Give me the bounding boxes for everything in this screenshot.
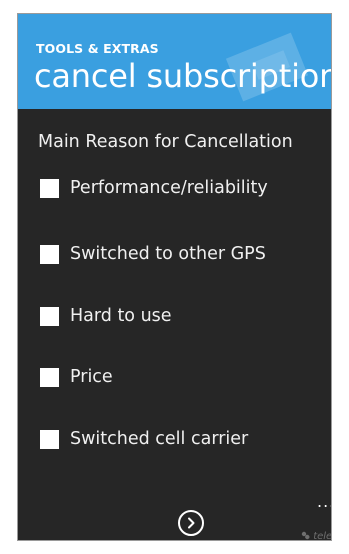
option-label: Switched to other GPS (70, 244, 266, 264)
next-button[interactable] (178, 510, 204, 536)
checkbox[interactable] (40, 306, 59, 326)
chevron-right-circle-icon (188, 517, 195, 529)
telenav-logo-icon (301, 531, 310, 540)
option-price[interactable]: Price (40, 367, 113, 387)
option-label: Performance/reliability (70, 178, 268, 198)
cancellation-reason-heading: Main Reason for Cancellation (38, 132, 293, 152)
option-label: Hard to use (70, 306, 172, 326)
checkbox[interactable] (40, 429, 59, 449)
option-label: Price (70, 367, 113, 387)
option-label: Switched cell carrier (70, 429, 249, 449)
option-performance-reliability[interactable]: Performance/reliability (40, 178, 268, 198)
page-title: cancel subscription (34, 57, 331, 95)
option-switched-to-other-gps[interactable]: Switched to other GPS (40, 244, 266, 264)
page-header: TOOLS & EXTRAS cancel subscription (18, 14, 331, 109)
more-options-button[interactable]: ... (317, 492, 331, 511)
checkbox[interactable] (40, 178, 59, 198)
option-hard-to-use[interactable]: Hard to use (40, 306, 172, 326)
section-label: TOOLS & EXTRAS (36, 41, 159, 56)
checkbox[interactable] (40, 367, 59, 387)
phone-screen: TOOLS & EXTRAS cancel subscription Main … (17, 13, 332, 541)
brand-text: telenav (313, 531, 332, 541)
option-switched-cell-carrier[interactable]: Switched cell carrier (40, 429, 248, 449)
checkbox[interactable] (40, 244, 59, 264)
telenav-logo: telenav (301, 531, 332, 541)
